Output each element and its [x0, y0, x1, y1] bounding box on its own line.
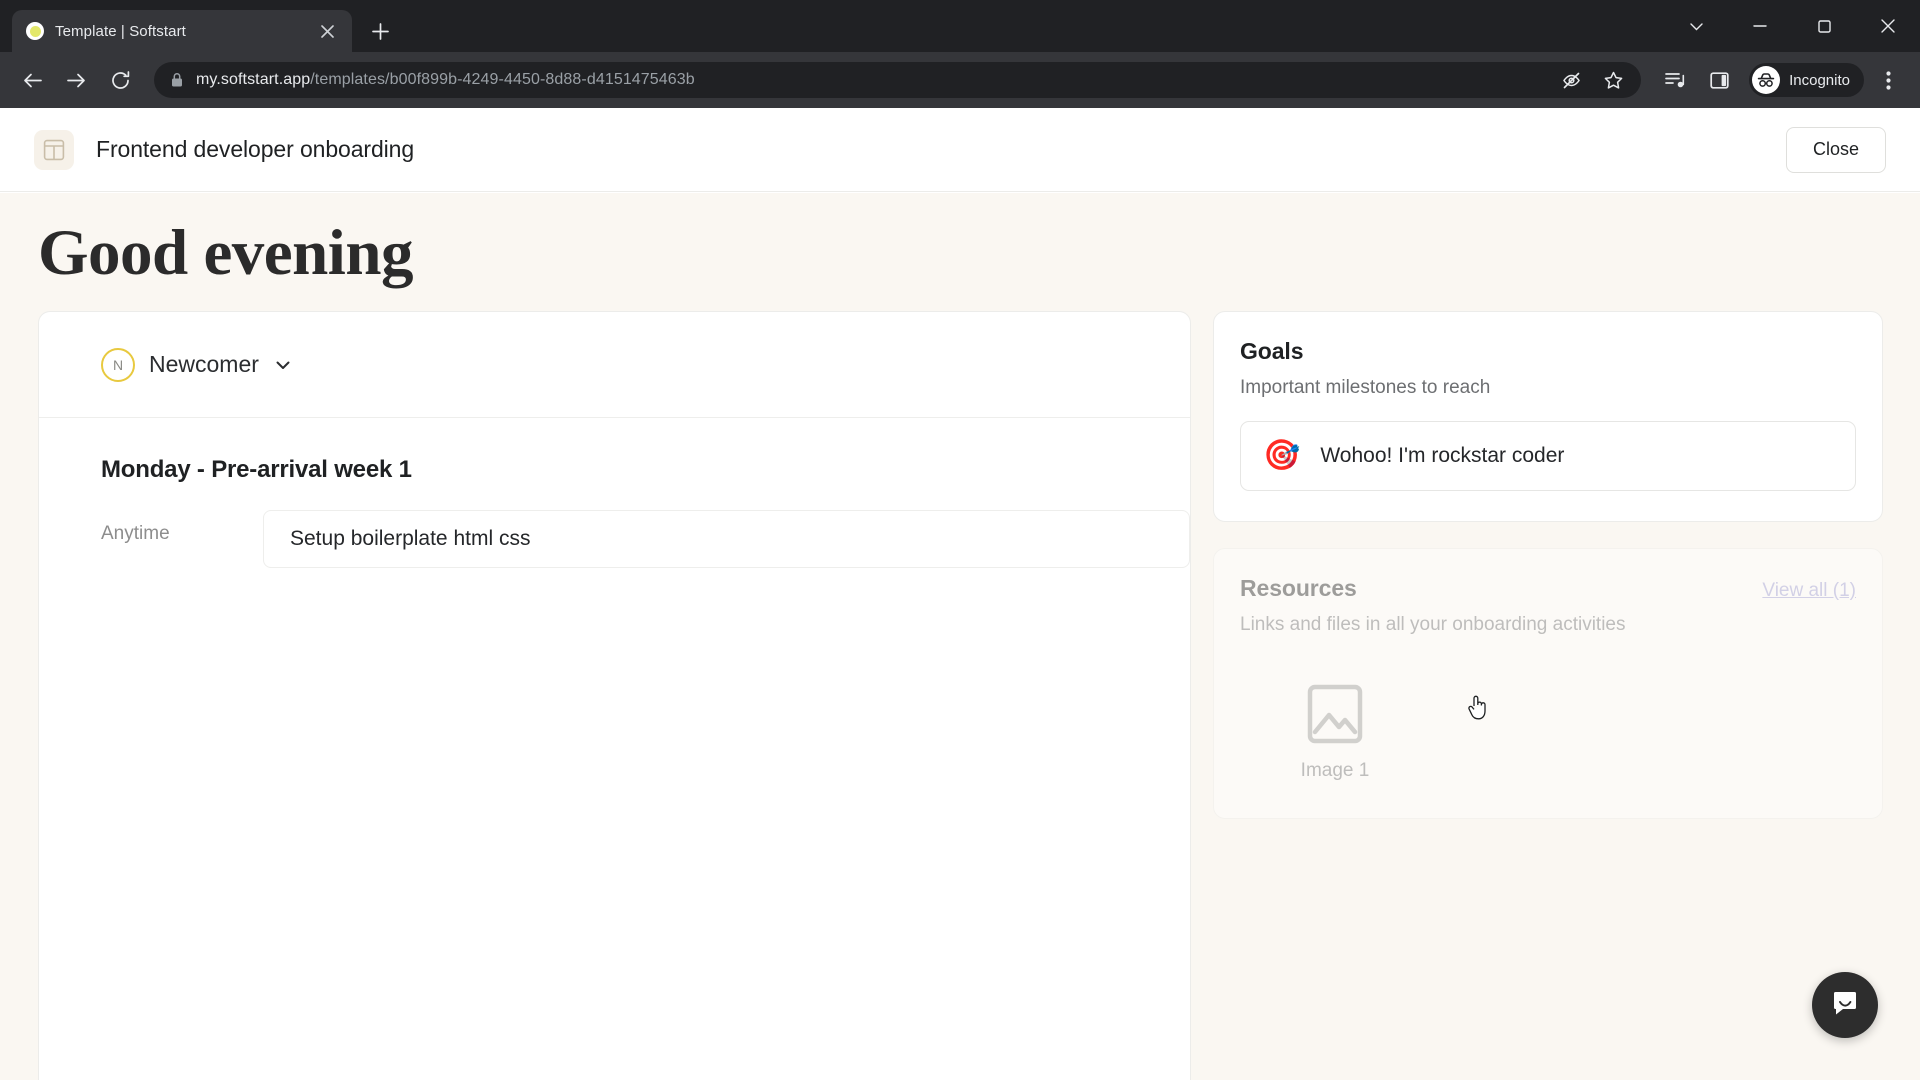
softstart-favicon	[26, 22, 44, 40]
url-path: /templates/b00f899b-4249-4450-8d88-d4151…	[310, 71, 695, 88]
task-when-label: Anytime	[101, 523, 170, 544]
resources-grid: Image 1	[1240, 658, 1856, 788]
resources-title: Resources	[1240, 575, 1357, 601]
persona-name: Newcomer	[149, 351, 259, 377]
goal-item[interactable]: 🎯 Wohoo! I'm rockstar coder	[1240, 421, 1856, 491]
media-playlist-icon[interactable]	[1655, 60, 1695, 100]
avatar: N	[101, 347, 135, 382]
forward-arrow-icon[interactable]	[56, 60, 96, 100]
close-icon[interactable]	[316, 20, 338, 42]
side-column: Goals Important milestones to reach 🎯 Wo…	[1213, 311, 1883, 845]
reload-icon[interactable]	[100, 60, 140, 100]
onboarding-main-card: N Newcomer Monday - Pre-arrival week 1 A…	[38, 311, 1191, 1080]
template-layout-icon	[34, 129, 74, 170]
page-canvas: Good evening N Newcomer Monday - Pre-arr…	[0, 193, 1920, 1080]
resource-item[interactable]: Image 1	[1240, 658, 1430, 788]
tab-title: Template | Softstart	[55, 22, 186, 40]
resources-header: Resources View all (1)	[1240, 575, 1856, 602]
close-button[interactable]: Close	[1785, 126, 1886, 173]
new-tab-button[interactable]	[362, 13, 398, 49]
browser-toolbar: my.softstart.app/templates/b00f899b-4249…	[0, 52, 1920, 108]
greeting-heading: Good evening	[38, 217, 414, 289]
goal-text: Wohoo! I'm rockstar coder	[1320, 444, 1565, 467]
url-domain: my.softstart.app	[196, 71, 311, 88]
goals-header: Goals	[1240, 338, 1856, 365]
tab-strip: Template | Softstart	[0, 0, 1920, 52]
back-arrow-icon[interactable]	[12, 60, 52, 100]
window-controls	[1664, 0, 1920, 52]
incognito-avatar-icon	[1752, 66, 1781, 94]
minimize-icon[interactable]	[1728, 0, 1792, 52]
close-window-icon[interactable]	[1856, 0, 1920, 52]
lock-icon	[170, 72, 184, 88]
image-placeholder-icon	[1307, 684, 1363, 744]
dart-target-icon: 🎯	[1263, 439, 1301, 472]
chevron-down-icon[interactable]	[273, 355, 293, 375]
side-panel-icon[interactable]	[1699, 60, 1739, 100]
maximize-icon[interactable]	[1792, 0, 1856, 52]
page-viewport: Frontend developer onboarding Close Good…	[0, 108, 1920, 1080]
resources-subtitle: Links and files in all your onboarding a…	[1240, 614, 1626, 635]
resources-panel: Resources View all (1) Links and files i…	[1213, 548, 1883, 819]
app-header: Frontend developer onboarding Close	[0, 108, 1920, 192]
resource-label: Image 1	[1300, 760, 1370, 781]
goals-title: Goals	[1240, 338, 1304, 364]
address-bar[interactable]: my.softstart.app/templates/b00f899b-4249…	[154, 60, 1642, 100]
page-title: Frontend developer onboarding	[96, 136, 415, 162]
star-icon[interactable]	[1593, 60, 1633, 100]
day-heading: Monday - Pre-arrival week 1	[101, 456, 412, 483]
minimize-all-icon[interactable]	[1664, 0, 1728, 52]
browser-tab[interactable]: Template | Softstart	[12, 10, 352, 52]
goals-subtitle: Important milestones to reach	[1240, 377, 1491, 398]
profile-label: Incognito	[1789, 71, 1850, 89]
three-dot-menu-icon[interactable]	[1868, 60, 1908, 100]
mouse-cursor	[1466, 693, 1490, 728]
url-text: my.softstart.app/templates/b00f899b-4249…	[196, 71, 695, 89]
goals-panel: Goals Important milestones to reach 🎯 Wo…	[1213, 311, 1883, 522]
eye-slash-icon[interactable]	[1551, 60, 1591, 100]
task-row: Anytime Setup boilerplate html css	[39, 484, 1190, 568]
task-card[interactable]: Setup boilerplate html css	[263, 510, 1190, 568]
chat-bubble-smile-icon	[1830, 988, 1860, 1023]
chat-launcher-button[interactable]	[1812, 972, 1878, 1038]
profile-button[interactable]: Incognito	[1749, 63, 1864, 97]
view-all-link[interactable]: View all (1)	[1762, 580, 1856, 602]
browser-window: Template | Softstart my.softstart.app/te…	[0, 0, 1920, 1080]
omnibox-actions	[1551, 60, 1633, 100]
persona-selector[interactable]: N Newcomer	[39, 312, 1190, 418]
